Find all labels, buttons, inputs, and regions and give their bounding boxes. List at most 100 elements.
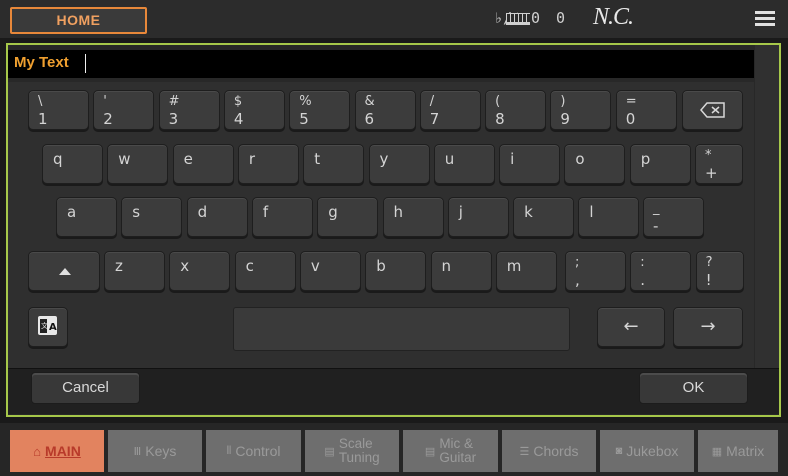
key-6-upper: & [364,94,375,109]
key-x[interactable]: x [169,251,231,291]
key-m[interactable]: m [495,251,557,291]
key-asterisk-plus[interactable]: * + [695,144,743,184]
tab-main[interactable]: ⌂ MAIN [10,430,104,472]
key-8[interactable]: (8 [485,90,547,130]
key-f[interactable]: f [251,197,313,237]
key-asterisk-plus-upper: * [705,148,712,163]
key-w-label: w [118,150,131,168]
key-q[interactable]: q [42,144,103,184]
cancel-button[interactable]: Cancel [31,372,140,404]
tab-jukebox[interactable]: ◙ Jukebox [600,430,694,472]
key-r[interactable]: r [237,144,299,184]
key-s[interactable]: s [121,197,183,237]
tab-control[interactable]: ⦀ Control [206,430,301,472]
key-e-label: e [183,150,193,168]
tab-scale[interactable]: ▤ Scale Tuning [305,430,399,472]
tab-label: Keys [145,443,177,459]
key-y-label: y [379,150,389,168]
key-special-2-upper: ? [705,255,713,270]
tab-matrix[interactable]: ▦ Matrix [698,430,778,472]
key-n[interactable]: n [430,251,492,291]
key-9-lower: 9 [560,110,570,128]
arrow-left-key-label: ← [623,316,639,337]
key-v-label: v [310,257,320,275]
key-a[interactable]: a [56,197,117,237]
key-2-lower: 2 [103,110,113,128]
key-special-0-lower: , [575,271,580,289]
key-special-1[interactable]: :. [630,251,692,291]
key-y[interactable]: y [368,144,430,184]
tab-label-line2: Tuning [338,450,380,465]
svg-text:文: 文 [41,321,48,330]
key-u[interactable]: u [433,144,495,184]
key-9[interactable]: ) 9 [550,90,612,130]
key-special-0[interactable]: ;, [565,251,626,291]
key-z[interactable]: z [104,251,165,291]
key-b[interactable]: b [365,251,427,291]
key-o[interactable]: o [564,144,626,184]
key-g[interactable]: g [317,197,379,237]
key-w[interactable]: w [107,144,169,184]
tab-mic[interactable]: ▤ Mic & Guitar [403,430,498,472]
key-0-lower: 0 [625,110,636,128]
key-k[interactable]: k [513,197,575,237]
key-special-2[interactable]: ?! [695,251,744,291]
key-i[interactable]: i [499,144,561,184]
arrow-right-key[interactable]: → [673,307,743,347]
arrow-left-key[interactable]: ← [597,307,665,347]
key-1-lower: 1 [38,110,48,128]
tab-icon: Ⅲ [133,445,142,458]
key-r-label: r [248,150,256,168]
key-0[interactable]: = 0 [615,90,677,130]
key-g-label: g [328,203,338,221]
tab-label: Control [235,443,281,459]
tab-keys[interactable]: Ⅲ Keys [108,430,202,472]
tab-label: Chords [533,443,579,459]
key-7-lower: 7 [429,110,440,128]
key-x-label: x [180,257,190,275]
backspace-key[interactable] [682,90,743,130]
key-2[interactable]: ' 2 [93,90,155,130]
key-7[interactable]: /7 [419,90,481,130]
key-c[interactable]: c [234,251,296,291]
home-button[interactable]: HOME [10,7,147,34]
tab-icon: ☰ [519,445,530,458]
key-a-label: a [67,203,77,221]
key-h[interactable]: h [382,197,444,237]
backspace-icon [700,102,725,118]
top-bar: HOME ♭/♯: 0 0 N.C. [0,0,788,38]
key-special-2-lower: ! [705,271,712,289]
menu-icon[interactable] [755,11,775,27]
language-key[interactable]: A文 [28,307,68,347]
key-j[interactable]: j [447,197,509,237]
ok-button[interactable]: OK [639,372,748,404]
key-d[interactable]: d [186,197,248,237]
key-e[interactable]: e [172,144,234,184]
tab-label-line1: Scale [338,436,373,451]
key-4[interactable]: $4 [223,90,285,130]
key-3-lower: 3 [168,110,179,128]
space-key[interactable] [233,307,570,351]
tab-chords[interactable]: ☰ Chords [502,430,596,472]
key-3[interactable]: #3 [158,90,220,130]
key-l[interactable]: l [578,197,640,237]
key-v[interactable]: v [299,251,361,291]
key-underscore-minus[interactable]: _ - [643,197,704,237]
tab-label: Mic & Guitar [439,437,476,465]
key-8-upper: ( [495,94,501,109]
key-z-label: z [115,257,123,275]
key-5[interactable]: % 5 [289,90,351,130]
text-input-value: My Text [14,54,69,71]
key-3-upper: # [168,94,180,109]
key-6[interactable]: & 6 [354,90,416,130]
text-input[interactable]: My Text [8,50,754,78]
tab-label: Matrix [726,443,765,459]
key-j-label: j [458,203,463,221]
key-1[interactable]: \ 1 [28,90,89,130]
key-t-label: t [314,150,321,168]
key-0-upper: = [625,94,637,109]
shift-key[interactable] [28,251,100,291]
key-p[interactable]: p [629,144,691,184]
key-n-label: n [441,257,452,275]
key-t[interactable]: t [303,144,365,184]
